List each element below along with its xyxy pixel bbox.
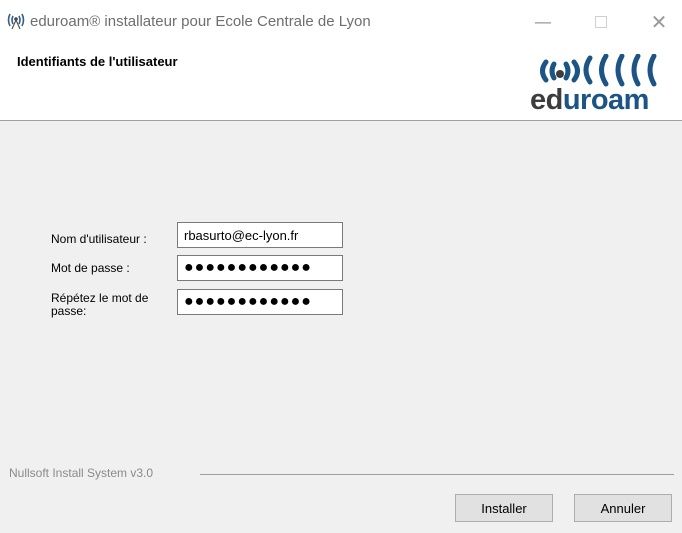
username-label: Nom d'utilisateur : xyxy=(51,232,147,246)
title-bar[interactable]: eduroam® installateur pour Ecole Central… xyxy=(0,0,682,44)
maximize-icon xyxy=(595,16,607,28)
maximize-button[interactable] xyxy=(578,0,624,44)
password-repeat-input[interactable]: ●●●●●●●●●●●● xyxy=(177,289,343,315)
password-label: Mot de passe : xyxy=(51,261,130,275)
password-repeat-label: Répétez le mot de passe: xyxy=(51,291,149,318)
password-input[interactable]: ●●●●●●●●●●●● xyxy=(177,255,343,281)
password-masked-value: ●●●●●●●●●●●● xyxy=(184,259,312,276)
wifi-antenna-icon xyxy=(7,13,25,30)
cancel-button[interactable]: Annuler xyxy=(574,494,672,522)
page-title: Identifiants de l'utilisateur xyxy=(17,54,178,69)
footer-divider xyxy=(200,474,674,475)
page-header: Identifiants de l'utilisateur eduroam xyxy=(0,44,682,121)
password-repeat-masked-value: ●●●●●●●●●●●● xyxy=(184,293,312,310)
minimize-button[interactable]: — xyxy=(520,0,566,44)
nsis-branding: Nullsoft Install System v3.0 xyxy=(9,466,158,480)
username-value: rbasurto@ec-lyon.fr xyxy=(184,227,299,243)
install-button[interactable]: Installer xyxy=(455,494,553,522)
eduroam-logo-text: eduroam xyxy=(530,84,649,116)
window-title: eduroam® installateur pour Ecole Central… xyxy=(30,13,371,30)
close-button[interactable]: ✕ xyxy=(636,0,682,44)
username-input[interactable]: rbasurto@ec-lyon.fr xyxy=(177,222,343,248)
